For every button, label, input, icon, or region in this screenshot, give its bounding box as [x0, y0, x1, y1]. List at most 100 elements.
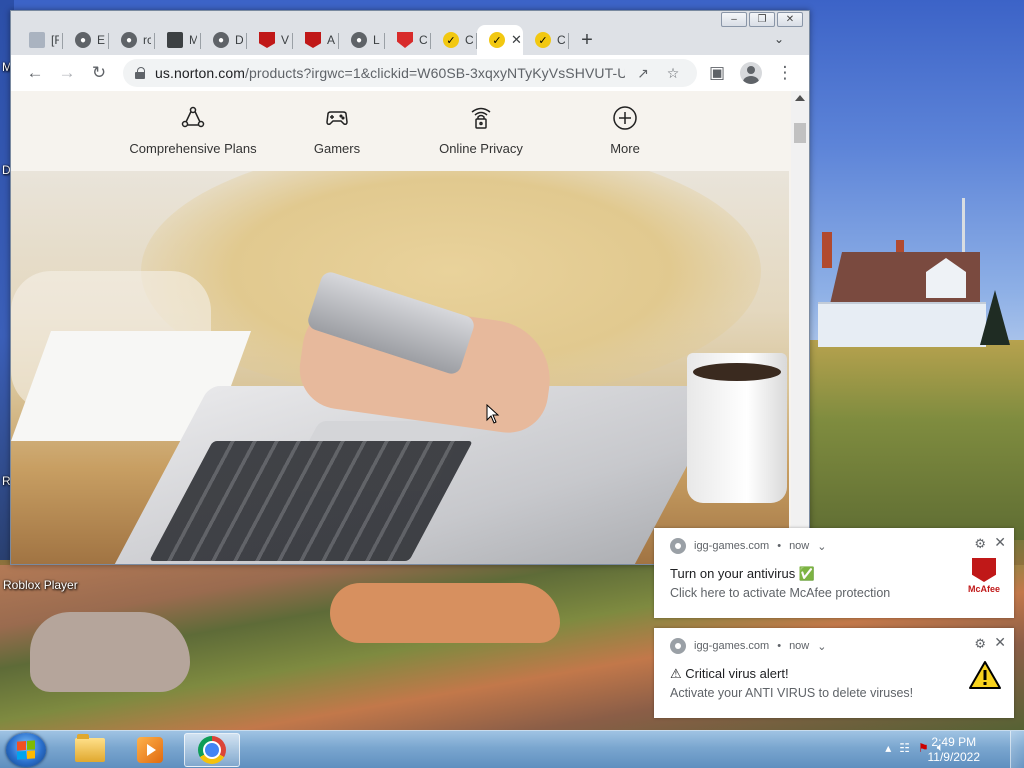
notification-header: igg-games.com • now ⌄	[670, 638, 826, 654]
norton-icon: ✓	[535, 32, 551, 48]
category-nav: Comprehensive Plans Gamers Online Privac…	[11, 91, 791, 171]
film-icon	[167, 32, 183, 48]
profile-button[interactable]	[735, 57, 767, 89]
warning-triangle-icon	[969, 661, 1001, 689]
browser-tab[interactable]: ● E	[63, 25, 109, 55]
browser-tab[interactable]: M	[155, 25, 201, 55]
mouse-cursor-icon	[486, 404, 500, 424]
page-icon	[29, 32, 45, 48]
category-online-privacy[interactable]: Online Privacy	[409, 91, 553, 171]
notification-source: igg-games.com	[694, 540, 770, 552]
settings-gear-icon[interactable]: ⚙	[974, 636, 986, 652]
bookmark-star-icon[interactable]: ☆	[661, 61, 685, 85]
taskbar-media-player[interactable]	[122, 733, 178, 767]
settings-gear-icon[interactable]: ⚙	[974, 536, 986, 552]
tab-title: C	[465, 33, 473, 47]
address-bar[interactable]: us.norton.com/products?irgwc=1&clickid=W…	[123, 59, 697, 87]
chrome-icon	[670, 638, 686, 654]
show-hidden-icons-icon[interactable]: ▴	[885, 741, 891, 755]
globe-icon: ●	[121, 32, 137, 48]
chevron-down-icon[interactable]: ⌄	[817, 540, 826, 553]
notification-virus-alert[interactable]: igg-games.com • now ⌄ ⚙ ✕ ⚠ Critical vir…	[654, 628, 1014, 718]
network-tray-icon[interactable]: ☷	[899, 741, 910, 755]
taskbar-file-explorer[interactable]	[62, 733, 118, 767]
close-notification-button[interactable]: ✕	[994, 634, 1006, 651]
hero-photo	[11, 171, 789, 564]
category-gamers[interactable]: Gamers	[265, 91, 409, 171]
browser-tab[interactable]: C	[385, 25, 431, 55]
browser-tab[interactable]: ✓ C	[431, 25, 477, 55]
shield-icon	[397, 32, 413, 48]
tab-title: C	[419, 33, 427, 47]
url-text[interactable]: us.norton.com/products?irgwc=1&clickid=W…	[155, 65, 625, 81]
taskbar: ▴ ☷ ⚑ 🔈︎ 2:49 PM 11/9/2022	[0, 730, 1024, 768]
tab-title: rc	[143, 33, 151, 47]
close-tab-icon[interactable]: ✕	[511, 32, 522, 48]
separator-dot: •	[777, 540, 782, 552]
notification-header: igg-games.com • now ⌄	[670, 538, 826, 554]
side-panel-icon[interactable]: ▣	[701, 57, 733, 89]
tab-title: D	[235, 33, 243, 47]
clock-time: 2:49 PM	[931, 735, 977, 749]
lighthouse-house	[818, 232, 986, 347]
show-desktop-button[interactable]	[1010, 731, 1024, 768]
browser-tab[interactable]: A	[293, 25, 339, 55]
browser-tab[interactable]: ● D	[201, 25, 247, 55]
reload-button[interactable]: ↻	[83, 57, 115, 89]
browser-tab-active[interactable]: ✓ ✕	[477, 25, 523, 55]
grass-field	[808, 340, 1024, 540]
page-scrollbar[interactable]	[791, 91, 809, 564]
browser-tab[interactable]: V	[247, 25, 293, 55]
tab-title: A	[327, 33, 335, 47]
windows-logo-icon	[17, 740, 35, 760]
taskbar-clock[interactable]: 2:49 PM 11/9/2022	[928, 735, 981, 765]
avatar	[740, 62, 762, 84]
share-icon[interactable]: ↗	[631, 61, 655, 85]
tab-strip: [F ●E ●rc M ●D V A ●L C ✓C ✓✕ ✓C + ⌄	[17, 21, 797, 55]
mcafee-icon	[259, 32, 275, 48]
roblox-player-label[interactable]: Roblox Player	[3, 578, 78, 592]
chevron-down-icon[interactable]: ⌄	[817, 640, 826, 653]
browser-tab[interactable]: ● L	[339, 25, 385, 55]
rock	[30, 612, 190, 692]
tab-title: M	[189, 33, 197, 47]
scroll-thumb[interactable]	[794, 123, 806, 143]
category-more[interactable]: More	[553, 91, 697, 171]
media-player-icon	[137, 737, 163, 763]
scroll-up-arrow-icon[interactable]	[795, 95, 805, 101]
globe-icon: ●	[351, 32, 367, 48]
browser-tab[interactable]: ● rc	[109, 25, 155, 55]
category-comprehensive-plans[interactable]: Comprehensive Plans	[121, 91, 265, 171]
notification-body: Click here to activate McAfee protection	[670, 586, 891, 600]
notification-mcafee[interactable]: igg-games.com • now ⌄ ⚙ ✕ Turn on your a…	[654, 528, 1014, 618]
category-label: Comprehensive Plans	[129, 141, 257, 156]
taskbar-chrome[interactable]	[184, 733, 240, 767]
tab-title: [F	[51, 33, 59, 47]
url-path: /products?irgwc=1&clickid=W60SB-3xqxyNTy…	[245, 65, 625, 81]
chrome-window: ‒ ❐ ✕ [F ●E ●rc M ●D V A ●L C ✓C ✓✕ ✓C +…	[10, 10, 810, 565]
tab-search-chevron-icon[interactable]: ⌄	[767, 27, 791, 51]
back-button[interactable]: ←	[19, 57, 51, 89]
mcafee-logo-text: McAfee	[968, 584, 1001, 594]
close-notification-button[interactable]: ✕	[994, 534, 1006, 551]
notification-title: Turn on your antivirus ✅	[670, 566, 816, 581]
tab-title: C	[557, 33, 565, 47]
tab-title: E	[97, 33, 105, 47]
norton-icon: ✓	[489, 32, 505, 48]
lock-icon[interactable]	[135, 67, 145, 79]
browser-tab[interactable]: [F	[17, 25, 63, 55]
menu-kebab-icon[interactable]: ⋮	[769, 57, 801, 89]
start-button[interactable]	[6, 733, 46, 767]
mcafee-shield-icon: McAfee	[968, 558, 1000, 598]
new-tab-button[interactable]: +	[569, 25, 605, 55]
globe-icon: ●	[75, 32, 91, 48]
toolbar-right: ▣ ⋮	[701, 57, 801, 89]
clock-date: 11/9/2022	[927, 750, 981, 764]
norton-icon: ✓	[443, 32, 459, 48]
notification-source: igg-games.com	[694, 640, 770, 652]
browser-tab[interactable]: ✓ C	[523, 25, 569, 55]
folder-icon	[75, 734, 105, 762]
forward-button[interactable]: →	[51, 57, 83, 89]
category-label: Online Privacy	[439, 141, 523, 156]
browser-toolbar: ← → ↻ us.norton.com/products?irgwc=1&cli…	[11, 55, 809, 91]
